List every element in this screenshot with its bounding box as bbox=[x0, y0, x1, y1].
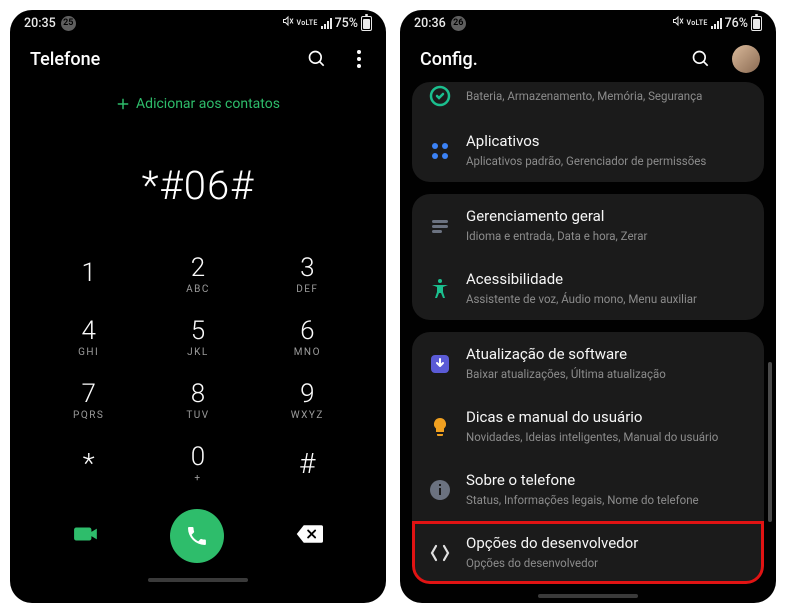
app-title: Telefone bbox=[30, 49, 100, 70]
battery-indicator: 75% bbox=[335, 16, 372, 31]
settings-row-subtitle: Idioma e entrada, Data e hora, Zerar bbox=[466, 229, 748, 245]
settings-row-subtitle: Baixar atualizações, Última atualização bbox=[466, 367, 748, 383]
scrollbar-thumb[interactable] bbox=[768, 362, 772, 522]
profile-avatar[interactable] bbox=[732, 45, 760, 73]
dial-actions bbox=[10, 495, 386, 573]
battery-indicator: 76% bbox=[725, 16, 762, 31]
settings-row-tips[interactable]: Dicas e manual do usuário Novidades, Ide… bbox=[412, 395, 764, 458]
app-title: Config. bbox=[420, 49, 478, 70]
key-9[interactable]: 9WXYZ bbox=[253, 369, 362, 432]
search-button[interactable] bbox=[306, 48, 328, 70]
add-to-contacts-label: Adicionar aos contatos bbox=[136, 96, 280, 112]
app-header: Config. bbox=[400, 36, 776, 82]
apps-icon bbox=[428, 139, 452, 163]
search-icon bbox=[691, 49, 711, 69]
gesture-bar bbox=[10, 573, 386, 587]
key-4[interactable]: 4GHI bbox=[34, 306, 143, 369]
accessibility-icon bbox=[428, 277, 452, 301]
plus-icon bbox=[116, 97, 130, 111]
settings-row-accessibility[interactable]: Acessibilidade Assistente de voz, Áudio … bbox=[412, 257, 764, 320]
settings-card: Bateria, Armazenamento, Memória, Seguran… bbox=[412, 82, 764, 182]
settings-row-subtitle: Bateria, Armazenamento, Memória, Seguran… bbox=[466, 89, 748, 105]
key-3[interactable]: 3DEF bbox=[253, 243, 362, 306]
phone-icon bbox=[185, 524, 209, 548]
settings-row-title: Opções do desenvolvedor bbox=[466, 534, 748, 554]
call-button[interactable] bbox=[170, 509, 224, 563]
settings-row-title: Atualização de software bbox=[466, 345, 748, 365]
video-call-button[interactable] bbox=[73, 521, 99, 551]
search-icon bbox=[307, 49, 327, 69]
key-6[interactable]: 6MNO bbox=[253, 306, 362, 369]
settings-list[interactable]: Bateria, Armazenamento, Memória, Seguran… bbox=[400, 82, 776, 589]
phone-settings-screen: 20:36 26 VoLTE 76% Config. bbox=[400, 10, 776, 603]
status-time: 20:36 bbox=[414, 16, 446, 31]
dial-keypad: 1 2ABC 3DEF 4GHI 5JKL 6MNO 7PQRS 8TUV 9W… bbox=[10, 243, 386, 495]
info-icon bbox=[428, 478, 452, 502]
dialed-number-display: *#06# bbox=[10, 118, 386, 243]
settings-card: Atualização de software Baixar atualizaç… bbox=[412, 332, 764, 584]
device-care-icon bbox=[428, 84, 452, 108]
settings-row-about-phone[interactable]: Sobre o telefone Status, Informações leg… bbox=[412, 458, 764, 521]
settings-row-subtitle: Aplicativos padrão, Gerenciador de permi… bbox=[466, 154, 748, 170]
key-hash[interactable]: # bbox=[253, 432, 362, 495]
settings-row-subtitle: Assistente de voz, Áudio mono, Menu auxi… bbox=[466, 292, 748, 308]
phone-dialer-screen: 20:35 25 VoLTE 75% Telefone Adicionar ao… bbox=[10, 10, 386, 603]
settings-row-general[interactable]: Gerenciamento geral Idioma e entrada, Da… bbox=[412, 194, 764, 257]
notification-count-badge: 26 bbox=[451, 16, 466, 31]
key-2[interactable]: 2ABC bbox=[143, 243, 252, 306]
more-button[interactable] bbox=[348, 48, 370, 70]
settings-card: Gerenciamento geral Idioma e entrada, Da… bbox=[412, 194, 764, 320]
key-0[interactable]: 0+ bbox=[143, 432, 252, 495]
settings-row-apps[interactable]: Aplicativos Aplicativos padrão, Gerencia… bbox=[412, 119, 764, 182]
volte-indicator: VoLTE bbox=[687, 20, 708, 27]
key-5[interactable]: 5JKL bbox=[143, 306, 252, 369]
settings-row-title: Acessibilidade bbox=[466, 270, 748, 290]
video-icon bbox=[73, 521, 99, 547]
signal-icon bbox=[321, 18, 332, 29]
backspace-button[interactable] bbox=[295, 523, 323, 549]
settings-row-title: Dicas e manual do usuário bbox=[466, 408, 748, 428]
settings-row-subtitle: Novidades, Ideias inteligentes, Manual d… bbox=[466, 430, 748, 446]
update-icon bbox=[428, 352, 452, 376]
tips-icon bbox=[428, 415, 452, 439]
volte-indicator: VoLTE bbox=[297, 20, 318, 27]
mute-icon bbox=[282, 15, 294, 31]
key-1[interactable]: 1 bbox=[34, 243, 143, 306]
status-bar: 20:36 26 VoLTE 76% bbox=[400, 10, 776, 36]
general-icon bbox=[428, 214, 452, 238]
app-header: Telefone bbox=[10, 36, 386, 82]
settings-row-title: Sobre o telefone bbox=[466, 471, 748, 491]
gesture-bar bbox=[400, 589, 776, 603]
status-time: 20:35 bbox=[24, 16, 56, 31]
key-8[interactable]: 8TUV bbox=[143, 369, 252, 432]
status-bar: 20:35 25 VoLTE 75% bbox=[10, 10, 386, 36]
backspace-icon bbox=[295, 523, 323, 545]
key-7[interactable]: 7PQRS bbox=[34, 369, 143, 432]
developer-icon bbox=[428, 541, 452, 565]
mute-icon bbox=[672, 15, 684, 31]
settings-row-software-update[interactable]: Atualização de software Baixar atualizaç… bbox=[412, 332, 764, 395]
settings-row-device-care[interactable]: Bateria, Armazenamento, Memória, Seguran… bbox=[412, 82, 764, 119]
more-icon bbox=[357, 50, 361, 68]
settings-row-title: Gerenciamento geral bbox=[466, 207, 748, 227]
settings-row-developer-options[interactable]: Opções do desenvolvedor Opções do desenv… bbox=[412, 521, 764, 584]
search-button[interactable] bbox=[690, 48, 712, 70]
signal-icon bbox=[711, 18, 722, 29]
settings-row-title: Aplicativos bbox=[466, 132, 748, 152]
settings-row-subtitle: Status, Informações legais, Nome do tele… bbox=[466, 493, 748, 509]
add-to-contacts-button[interactable]: Adicionar aos contatos bbox=[10, 82, 386, 118]
notification-count-badge: 25 bbox=[61, 16, 76, 31]
key-star[interactable]: * bbox=[34, 432, 143, 495]
settings-row-subtitle: Opções do desenvolvedor bbox=[466, 556, 748, 572]
